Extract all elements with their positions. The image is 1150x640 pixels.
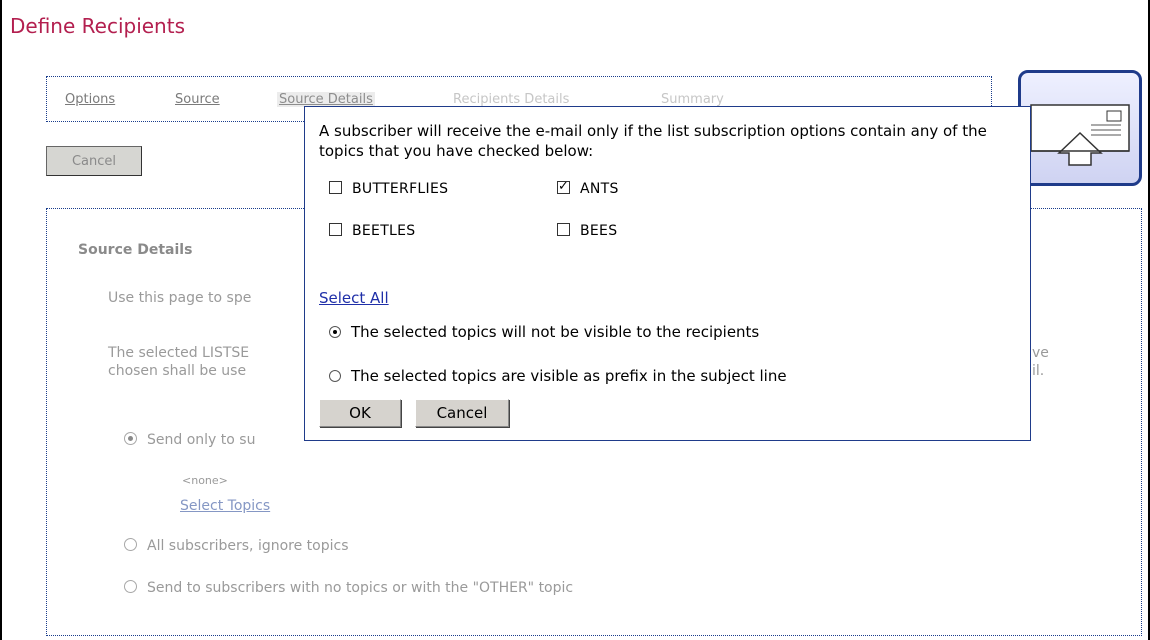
radio-label: The selected topics will not be visible … <box>351 323 760 341</box>
description-text-2: The selected LISTSE chosen shall be use <box>108 344 249 380</box>
topic-checkbox-bees[interactable]: BEES <box>557 223 617 239</box>
radio-topics-prefix[interactable]: The selected topics are visible as prefi… <box>329 367 787 385</box>
radio-indicator[interactable] <box>329 326 341 338</box>
radio-all-subscribers[interactable]: All subscribers, ignore topics <box>124 538 349 554</box>
ok-button[interactable]: OK <box>319 399 401 427</box>
dialog-intro-text: A subscriber will receive the e-mail onl… <box>319 122 987 160</box>
topic-label: BUTTERFLIES <box>352 181 449 197</box>
checkbox-box[interactable] <box>329 223 342 236</box>
checkbox-box[interactable] <box>557 223 570 236</box>
radio-send-only-label: Send only to su <box>147 432 256 448</box>
radio-indicator[interactable] <box>124 538 137 551</box>
tab-summary: Summary <box>661 92 724 107</box>
description-line-a: The selected LISTSE <box>108 345 250 361</box>
dialog-cancel-button[interactable]: Cancel <box>415 399 509 427</box>
description-right-b: il. <box>1032 363 1045 379</box>
topic-checkbox-beetles[interactable]: BEETLES <box>329 223 415 239</box>
section-title: Source Details <box>78 242 193 258</box>
tab-source-details[interactable]: Source Details <box>277 92 375 107</box>
tab-recipients-details: Recipients Details <box>453 92 570 107</box>
topic-label: ANTS <box>580 181 619 197</box>
selected-topics-text: <none> <box>182 474 228 487</box>
radio-indicator[interactable] <box>329 370 341 382</box>
checkbox-box[interactable] <box>329 181 342 194</box>
envelope-arrow-icon <box>1030 104 1130 166</box>
description-right-a: ve <box>1032 345 1049 361</box>
description-line-b: chosen shall be use <box>108 363 247 379</box>
cancel-button[interactable]: Cancel <box>46 146 142 176</box>
checkbox-box[interactable] <box>557 179 570 194</box>
select-all-link[interactable]: Select All <box>319 289 389 307</box>
topic-label: BEES <box>580 223 618 239</box>
radio-all-label: All subscribers, ignore topics <box>147 538 349 554</box>
radio-no-topics-label: Send to subscribers with no topics or wi… <box>147 580 574 596</box>
page-title: Define Recipients <box>10 14 185 38</box>
radio-indicator[interactable] <box>124 432 137 445</box>
topic-checkbox-butterflies[interactable]: BUTTERFLIES <box>329 181 448 197</box>
radio-indicator[interactable] <box>124 580 137 593</box>
radio-label: The selected topics are visible as prefi… <box>351 367 787 385</box>
radio-topics-hidden[interactable]: The selected topics will not be visible … <box>329 323 759 341</box>
topic-label: BEETLES <box>352 223 416 239</box>
logo <box>1018 70 1142 186</box>
tab-source[interactable]: Source <box>175 92 220 107</box>
description-text: Use this page to spe <box>108 290 252 306</box>
description-text-right: ve il. <box>1032 344 1049 380</box>
radio-no-topics[interactable]: Send to subscribers with no topics or wi… <box>124 580 573 596</box>
select-topics-link[interactable]: Select Topics <box>180 498 270 514</box>
topic-checkbox-ants[interactable]: ANTS <box>557 179 619 197</box>
select-topics-dialog: A subscriber will receive the e-mail onl… <box>304 106 1031 441</box>
tab-options[interactable]: Options <box>65 92 115 107</box>
radio-send-only-topics[interactable]: Send only to su <box>124 432 255 448</box>
